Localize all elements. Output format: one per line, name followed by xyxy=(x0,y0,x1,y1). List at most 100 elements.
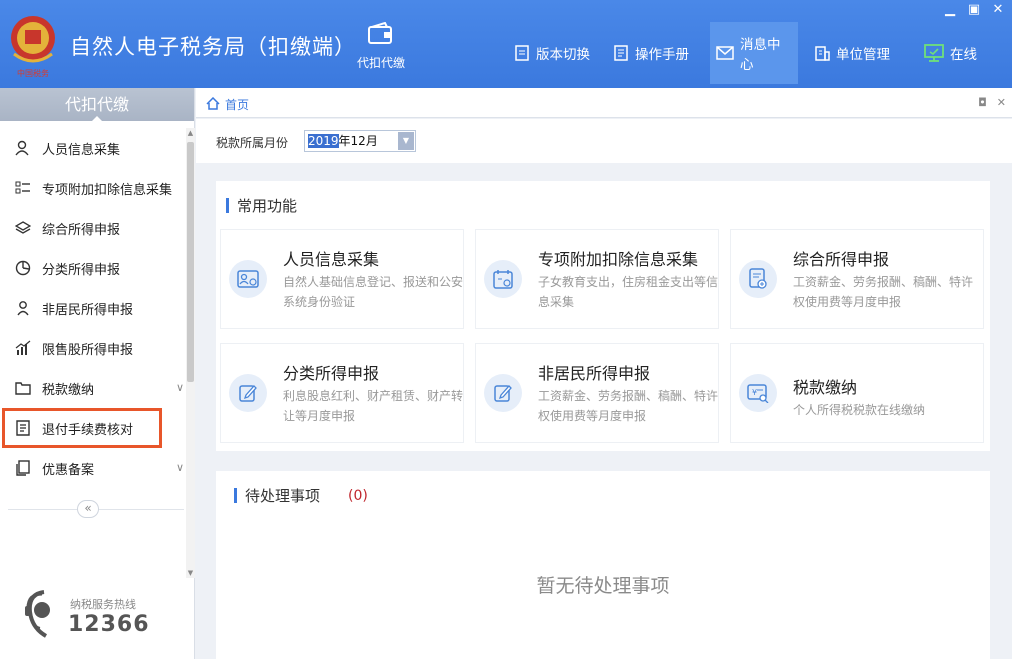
svg-text:¥: ¥ xyxy=(752,388,757,397)
sidebar-item-label: 优惠备案 xyxy=(42,462,95,478)
mail-icon xyxy=(716,46,734,60)
copy-icon xyxy=(14,459,32,477)
hotline-label: 纳税服务热线 xyxy=(70,598,136,611)
card-title: 专项附加扣除信息采集 xyxy=(538,250,699,269)
id-card-icon xyxy=(229,260,267,298)
sidebar-heading: 代扣代缴 xyxy=(0,88,194,122)
menu-unit-management-label: 单位管理 xyxy=(836,47,890,63)
tab-bar: 首页 ◘ ✕ xyxy=(196,88,1012,118)
sidebar-item-classified-income[interactable]: 分类所得申报 xyxy=(0,248,186,288)
home-icon xyxy=(206,96,220,113)
sidebar-item-comprehensive-income[interactable]: 综合所得申报 xyxy=(0,208,186,248)
pie-icon xyxy=(14,259,32,277)
menu-online-status[interactable]: 在线 xyxy=(918,22,983,84)
sidebar-item-label: 非居民所得申报 xyxy=(42,302,134,318)
restore-icon[interactable]: ◘ xyxy=(978,96,987,109)
sidebar-menu: 人员信息采集 专项附加扣除信息采集 综合所得申报 分类所得申报 非居民所得申报 … xyxy=(0,128,186,488)
card-tax-payment[interactable]: ¥ 税款缴纳 个人所得税税款在线缴纳 xyxy=(730,343,984,443)
scroll-up-icon[interactable]: ▲ xyxy=(186,128,195,138)
person-icon xyxy=(14,139,32,157)
title-bar: 中国税务 自然人电子税务局（扣缴端） 代扣代缴 版本切换 操作手册 消息中心 单… xyxy=(0,0,1012,88)
card-title: 非居民所得申报 xyxy=(538,364,651,383)
maximize-icon[interactable]: ▣ xyxy=(966,2,982,17)
chevron-down-icon[interactable]: ∨ xyxy=(176,461,184,474)
tax-emblem-logo: 中国税务 xyxy=(4,10,62,80)
card-title: 人员信息采集 xyxy=(283,250,380,269)
menu-manual-label: 操作手册 xyxy=(635,47,689,63)
doc-icon xyxy=(514,45,530,61)
sidebar-item-label: 税款缴纳 xyxy=(42,382,95,398)
nav-withhold[interactable]: 代扣代缴 xyxy=(350,21,412,82)
empty-state-text: 暂无待处理事项 xyxy=(536,575,670,597)
card-title: 税款缴纳 xyxy=(793,378,858,397)
menu-message-center[interactable]: 消息中心 xyxy=(710,22,798,84)
card-desc: 子女教育支出，住房租金支出等信息采集 xyxy=(538,275,719,309)
sidebar-item-special-deduction[interactable]: 专项附加扣除信息采集 xyxy=(0,168,186,208)
card-personnel-info[interactable]: 人员信息采集 自然人基础信息登记、报送和公安系统身份验证 xyxy=(220,229,464,329)
sidebar-item-personnel-info[interactable]: 人员信息采集 xyxy=(0,128,186,168)
sidebar-item-label: 限售股所得申报 xyxy=(42,342,134,358)
title-accent-bar xyxy=(226,198,229,213)
sidebar-item-restricted-shares[interactable]: 限售股所得申报 xyxy=(0,328,186,368)
menu-manual[interactable]: 操作手册 xyxy=(607,22,695,84)
hotline-number: 12366 xyxy=(68,612,150,637)
sidebar-item-label: 综合所得申报 xyxy=(42,222,121,238)
minimize-icon[interactable]: ▁ xyxy=(942,2,958,17)
list-icon xyxy=(14,179,32,197)
menu-version-switch-label: 版本切换 xyxy=(536,47,590,63)
payment-icon: ¥ xyxy=(739,374,777,412)
nav-withhold-label: 代扣代缴 xyxy=(356,56,405,70)
card-classified-income[interactable]: 分类所得申报 利息股息红利、财产租赁、财产转让等月度申报 xyxy=(220,343,464,443)
app-title: 自然人电子税务局（扣缴端） xyxy=(70,35,356,59)
menu-message-center-label: 消息中心 xyxy=(740,37,781,73)
sidebar-item-refund-fee-check[interactable]: 退付手续费核对 xyxy=(2,408,162,448)
sidebar-item-preferential-filing[interactable]: 优惠备案 ∨ xyxy=(0,448,186,488)
sidebar-item-tax-payment[interactable]: 税款缴纳 ∨ xyxy=(0,368,186,408)
edit-icon xyxy=(229,374,267,412)
card-desc: 工资薪金、劳务报酬、稿酬、特许权使用费等月度申报 xyxy=(793,275,974,309)
card-desc: 自然人基础信息登记、报送和公安系统身份验证 xyxy=(283,275,464,309)
collapse-sidebar-button[interactable]: « xyxy=(77,500,99,518)
tax-period-picker[interactable]: 2019年12月 ▼ xyxy=(304,130,416,152)
common-functions-heading: 常用功能 xyxy=(237,197,298,215)
building-icon xyxy=(814,45,830,61)
tax-period-year: 2019 xyxy=(308,134,339,148)
layers-icon xyxy=(14,219,32,237)
card-desc: 个人所得税税款在线缴纳 xyxy=(793,403,926,417)
scroll-thumb[interactable] xyxy=(187,142,194,382)
person-outline-icon xyxy=(14,299,32,317)
card-nonresident-income[interactable]: 非居民所得申报 工资薪金、劳务报酬、稿酬、特许权使用费等月度申报 xyxy=(475,343,719,443)
calendar-icon xyxy=(484,260,522,298)
svg-text:中国税务: 中国税务 xyxy=(17,68,49,78)
scroll-down-icon[interactable]: ▼ xyxy=(186,568,195,578)
receipt-icon xyxy=(14,419,32,437)
pending-items-title: 待处理事项 (0) xyxy=(234,485,368,506)
card-comprehensive-income[interactable]: 综合所得申报 工资薪金、劳务报酬、稿酬、特许权使用费等月度申报 xyxy=(730,229,984,329)
tax-period-bar: 税款所属月份 2019年12月 ▼ xyxy=(196,119,1012,163)
card-desc: 利息股息红利、财产租赁、财产转让等月度申报 xyxy=(283,389,464,423)
sidebar-item-label: 专项附加扣除信息采集 xyxy=(42,182,173,198)
folder-icon xyxy=(14,379,32,397)
close-icon[interactable]: ✕ xyxy=(990,2,1006,17)
menu-online-label: 在线 xyxy=(950,47,977,63)
sidebar-item-label: 分类所得申报 xyxy=(42,262,121,278)
tax-period-month: 年12月 xyxy=(338,134,378,148)
card-desc: 工资薪金、劳务报酬、稿酬、特许权使用费等月度申报 xyxy=(538,389,719,423)
card-title: 综合所得申报 xyxy=(793,250,890,269)
menu-unit-management[interactable]: 单位管理 xyxy=(808,22,896,84)
menu-version-switch[interactable]: 版本切换 xyxy=(508,22,596,84)
common-functions-panel: 常用功能 人员信息采集 自然人基础信息登记、报送和公安系统身份验证 专项附加扣除… xyxy=(216,181,990,451)
card-special-deduction[interactable]: 专项附加扣除信息采集 子女教育支出，住房租金支出等信息采集 xyxy=(475,229,719,329)
doc-add-icon xyxy=(739,260,777,298)
dropdown-arrow-icon[interactable]: ▼ xyxy=(398,132,414,150)
sidebar-item-nonresident-income[interactable]: 非居民所得申报 xyxy=(0,288,186,328)
tab-home-label: 首页 xyxy=(225,98,250,112)
sidebar-scrollbar[interactable]: ▲ ▼ xyxy=(186,128,195,578)
tab-tools: ◘ ✕ xyxy=(978,96,1006,109)
sidebar: 代扣代缴 人员信息采集 专项附加扣除信息采集 综合所得申报 分类所得申报 非居民… xyxy=(0,88,195,659)
close-tab-icon[interactable]: ✕ xyxy=(997,96,1006,109)
chevron-down-icon[interactable]: ∨ xyxy=(176,381,184,394)
tab-home[interactable]: 首页 xyxy=(206,96,249,113)
title-accent-bar xyxy=(234,488,237,503)
tax-period-label: 税款所属月份 xyxy=(216,136,289,150)
